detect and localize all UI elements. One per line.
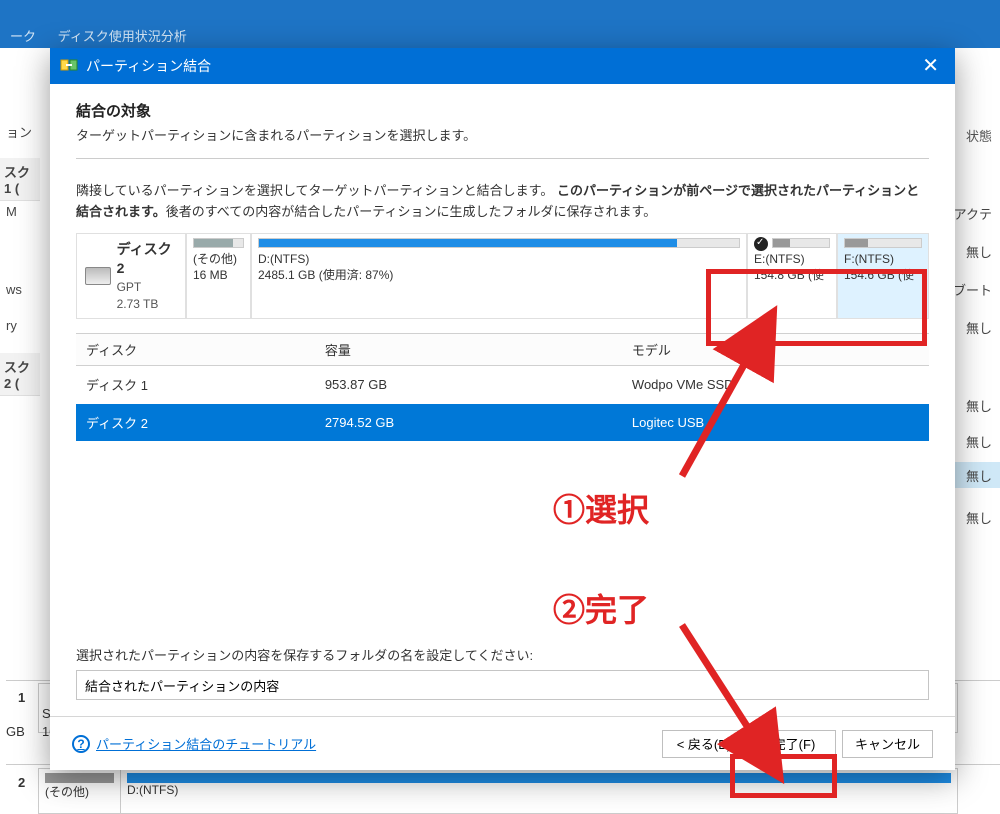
bg-bottom-disk: 2 — [18, 775, 25, 790]
part-label: D:(NTFS) — [258, 251, 740, 267]
dialog-titlebar: パーティション結合 ✕ — [50, 48, 955, 84]
disk-size: 2.73 TB — [117, 296, 177, 313]
bg-status: 無し — [966, 466, 992, 485]
instruction-text: 隣接しているパーティションを選択してターゲットパーティションと結合します。 この… — [76, 181, 929, 223]
help-icon: ? — [72, 735, 90, 753]
bg-side-text: ry — [0, 318, 40, 333]
partition-d[interactable]: D:(NTFS) 2485.1 GB (使用済: 87%) — [252, 234, 748, 319]
bg-side-text: ws — [0, 282, 40, 297]
table-row[interactable]: ディスク 1 953.87 GB Wodpo VMe SSD — [76, 366, 929, 404]
part-size: 2485.1 GB (使用済: 87%) — [258, 267, 740, 283]
part-size: 154.8 GB (使 — [754, 267, 830, 283]
col-model: モデル — [622, 334, 929, 366]
col-disk: ディスク — [76, 334, 315, 366]
instruction-pre: 隣接しているパーティションを選択してターゲットパーティションと結合します。 — [76, 183, 553, 198]
part-label: (その他) — [193, 251, 244, 267]
bg-status: 無し — [966, 508, 992, 527]
partition-f[interactable]: F:(NTFS) 154.6 GB (使 — [838, 234, 928, 319]
part-size: 16 MB — [193, 267, 244, 283]
cell-disk: ディスク 1 — [76, 366, 315, 404]
bg-side-text: M — [0, 204, 40, 219]
cell-disk: ディスク 2 — [76, 404, 315, 442]
tutorial-link-label: パーティション結合のチュートリアル — [96, 734, 316, 753]
part-size: 154.6 GB (使 — [844, 267, 922, 283]
cell-model: Logitec USB — [622, 404, 929, 442]
bg-status: アクテ — [954, 204, 992, 223]
close-icon[interactable]: ✕ — [916, 56, 945, 76]
bg-disk-label: スク 1 ( — [0, 158, 40, 201]
disk-table: ディスク 容量 モデル ディスク 1 953.87 GB Wodpo VMe S… — [76, 333, 929, 442]
col-capacity: 容量 — [315, 334, 622, 366]
back-button[interactable]: < 戻る(B) — [662, 730, 746, 758]
divider — [76, 158, 929, 159]
bg-menu: ーク ディスク使用状況分析 — [0, 22, 1000, 49]
footer-buttons: < 戻る(B) 完了(F) キャンセル — [662, 730, 933, 758]
bg-bottom-part2: (その他) D:(NTFS) — [38, 768, 958, 814]
folder-name-label: 選択されたパーティションの内容を保存するフォルダの名を設定してください: — [76, 645, 929, 664]
bg-status: 無し — [966, 432, 992, 451]
folder-name-input[interactable] — [76, 670, 929, 700]
bg-bottom-dntfs: D:(NTFS) — [127, 783, 951, 797]
disk-partition-bar: ディスク 2 GPT 2.73 TB (その他) 16 MB D:(NTFS) … — [76, 233, 929, 320]
tutorial-link[interactable]: ? パーティション結合のチュートリアル — [72, 734, 316, 753]
section-desc: ターゲットパーティションに含まれるパーティションを選択します。 — [76, 125, 929, 144]
finish-button[interactable]: 完了(F) — [752, 730, 836, 758]
section-title: 結合の対象 — [76, 100, 929, 121]
cell-model: Wodpo VMe SSD — [622, 366, 929, 404]
merge-icon — [60, 56, 78, 77]
bg-bottom-other: (その他) — [45, 783, 114, 800]
dialog-title: パーティション結合 — [86, 56, 211, 76]
bg-status: 無し — [966, 318, 992, 337]
dialog-content: 結合の対象 ターゲットパーティションに含まれるパーティションを選択します。 隣接… — [50, 84, 955, 700]
instruction-post: 後者のすべての内容が結合したパーティションに生成したフォルダに保存されます。 — [166, 204, 657, 219]
bg-menu-item: ディスク使用状況分析 — [58, 29, 187, 44]
bg-col-status: 状態 — [966, 126, 992, 145]
bg-bottom-text: GB — [6, 724, 25, 739]
bg-status: ブート — [953, 280, 992, 299]
bg-bottom-disk: 1 — [18, 690, 25, 705]
disk-name: ディスク 2 — [117, 240, 177, 279]
cell-cap: 953.87 GB — [315, 366, 622, 404]
bg-side-text: ョン — [0, 122, 40, 141]
part-label: E:(NTFS) — [754, 251, 830, 267]
table-row-selected[interactable]: ディスク 2 2794.52 GB Logitec USB — [76, 404, 929, 442]
part-label: F:(NTFS) — [844, 251, 922, 267]
cancel-button[interactable]: キャンセル — [842, 730, 933, 758]
dialog-footer: ? パーティション結合のチュートリアル < 戻る(B) 完了(F) キャンセル — [50, 716, 955, 770]
hdd-icon — [85, 267, 111, 285]
cell-cap: 2794.52 GB — [315, 404, 622, 442]
partition-other[interactable]: (その他) 16 MB — [187, 234, 252, 319]
check-icon — [754, 237, 768, 251]
disk-identifier: ディスク 2 GPT 2.73 TB — [77, 234, 187, 319]
bg-status: 無し — [966, 396, 992, 415]
merge-partition-dialog: パーティション結合 ✕ 結合の対象 ターゲットパーティションに含まれるパーティシ… — [50, 48, 955, 770]
disk-type: GPT — [117, 279, 177, 296]
bg-menu-item: ーク — [10, 29, 36, 44]
bg-disk-label: スク 2 ( — [0, 353, 40, 396]
bg-status: 無し — [966, 242, 992, 261]
partition-e[interactable]: E:(NTFS) 154.8 GB (使 — [748, 234, 838, 319]
